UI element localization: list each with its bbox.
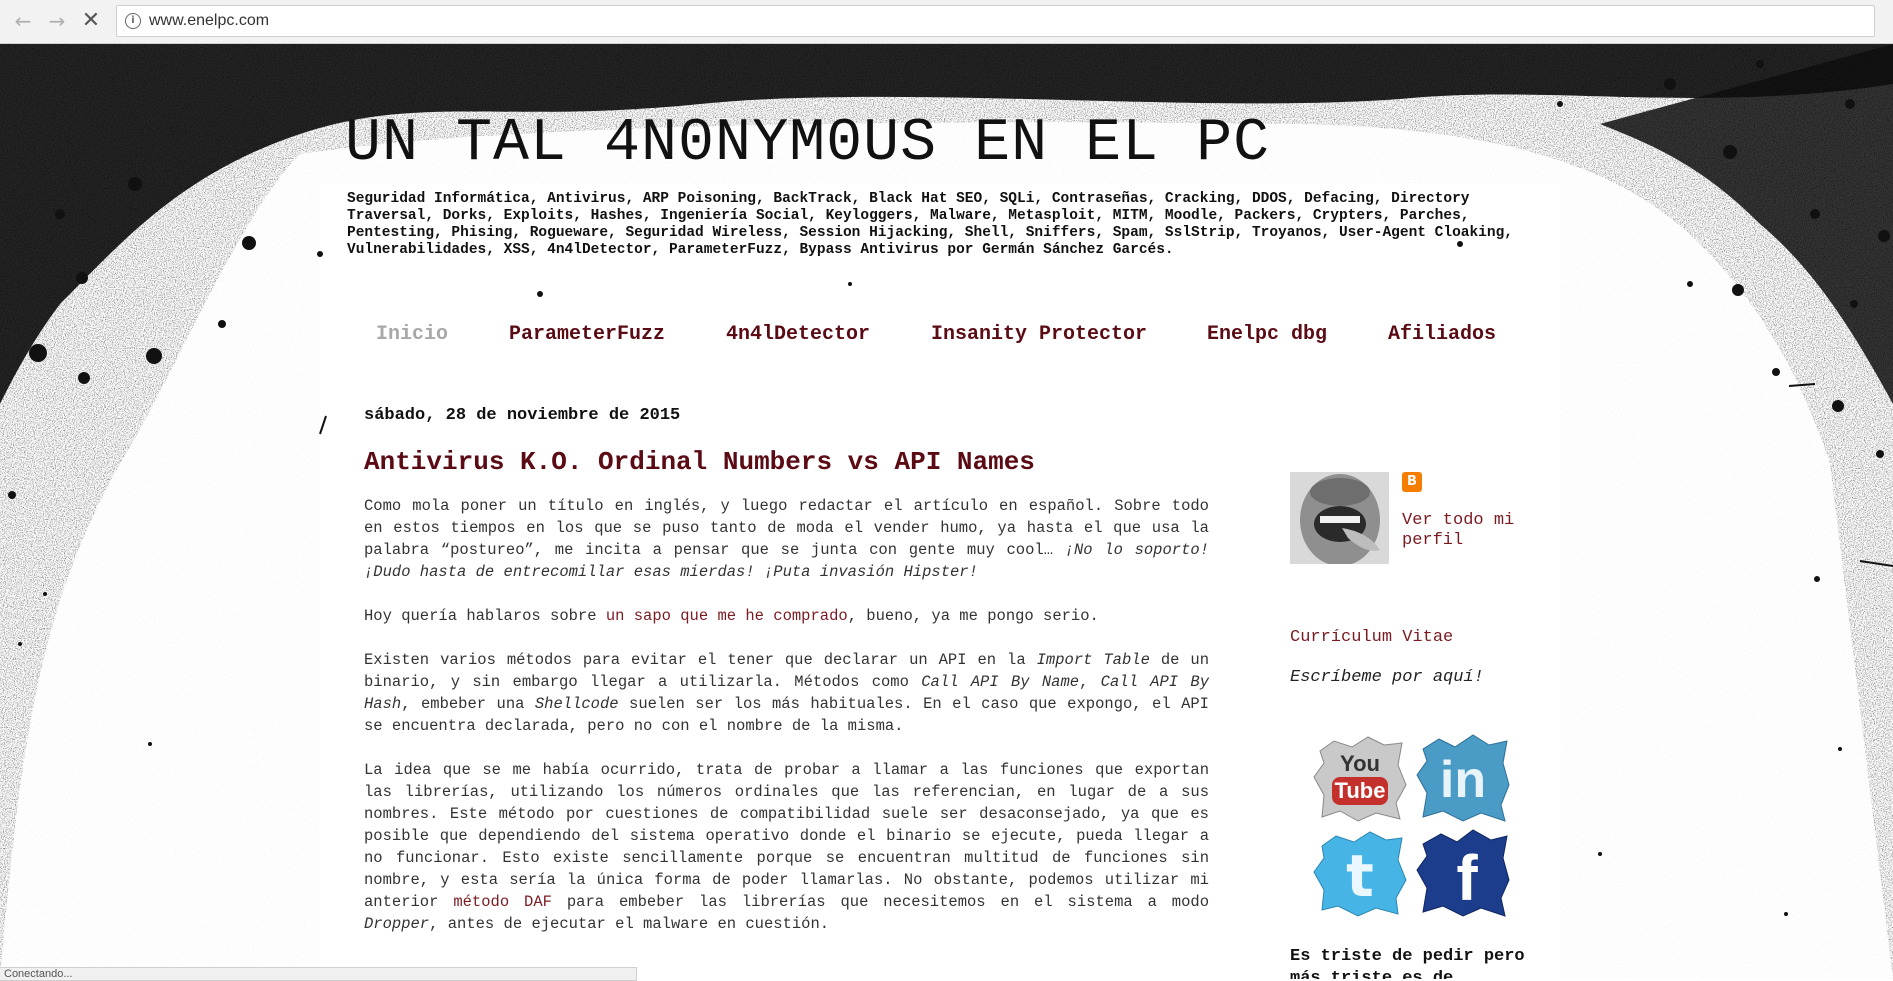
- blog-tagline: Seguridad Informática, Antivirus, ARP Po…: [347, 191, 1513, 258]
- twitter-icon[interactable]: t: [1312, 828, 1408, 918]
- paragraph-1: Como mola poner un título en inglés, y l…: [364, 497, 1209, 581]
- sapo-link[interactable]: un sapo que me he comprado: [606, 607, 848, 625]
- stop-loading-icon[interactable]: ✕: [78, 8, 104, 34]
- facebook-icon[interactable]: f: [1415, 828, 1511, 918]
- paragraph-4: La idea que se me había ocurrido, trata …: [364, 761, 1210, 933]
- post-body: Como mola poner un título en inglés, y l…: [364, 495, 1209, 957]
- menu-item-enelpc-dbg[interactable]: Enelpc dbg: [1207, 323, 1327, 346]
- contact-text[interactable]: Escríbeme por aquí!: [1290, 668, 1484, 687]
- blog-title[interactable]: UN TAL 4N0NYM0US EN EL PC: [345, 110, 1270, 178]
- youtube-tube-text: Tube: [1335, 778, 1386, 803]
- widget-title: Es triste de pedir pero más triste es de: [1290, 947, 1525, 979]
- profile-avatar[interactable]: [1290, 472, 1389, 564]
- twitter-text: t: [1346, 842, 1374, 910]
- metodo-daf-link[interactable]: método DAF: [453, 893, 552, 911]
- web-page: UN TAL 4N0NYM0US EN EL PC Seguridad Info…: [0, 44, 1893, 979]
- browser-toolbar: ← → ✕ i www.enelpc.com: [0, 0, 1893, 44]
- forward-arrow-icon[interactable]: →: [44, 8, 70, 34]
- address-bar[interactable]: i www.enelpc.com: [116, 5, 1875, 37]
- menu-item-insanity-protector[interactable]: Insanity Protector: [931, 323, 1147, 346]
- facebook-text: f: [1456, 842, 1478, 914]
- post-title[interactable]: Antivirus K.O. Ordinal Numbers vs API Na…: [364, 447, 1035, 477]
- paragraph-2: Hoy quería hablaros sobre un sapo que me…: [364, 607, 1099, 625]
- curriculum-vitae-link[interactable]: Currículum Vitae: [1290, 628, 1453, 647]
- youtube-icon[interactable]: You Tube: [1312, 733, 1408, 823]
- linkedin-text: in: [1440, 751, 1486, 809]
- menu-item-4n4ldetector[interactable]: 4n4lDetector: [726, 323, 870, 346]
- blogger-icon[interactable]: B: [1402, 472, 1422, 492]
- youtube-you-text: You: [1340, 751, 1380, 776]
- url-text[interactable]: www.enelpc.com: [149, 12, 269, 30]
- back-arrow-icon[interactable]: ←: [10, 8, 36, 34]
- view-profile-link[interactable]: Ver todo mi perfil: [1402, 511, 1542, 551]
- post-date: sábado, 28 de noviembre de 2015: [364, 406, 681, 425]
- paragraph-3: Existen varios métodos para evitar el te…: [364, 651, 1210, 735]
- info-icon[interactable]: i: [125, 13, 141, 29]
- linkedin-icon[interactable]: in: [1415, 733, 1511, 823]
- menu-item-afiliados[interactable]: Afiliados: [1388, 323, 1496, 346]
- menu-item-parameterfuzz[interactable]: ParameterFuzz: [509, 323, 665, 346]
- menu-item-inicio[interactable]: Inicio: [376, 323, 448, 346]
